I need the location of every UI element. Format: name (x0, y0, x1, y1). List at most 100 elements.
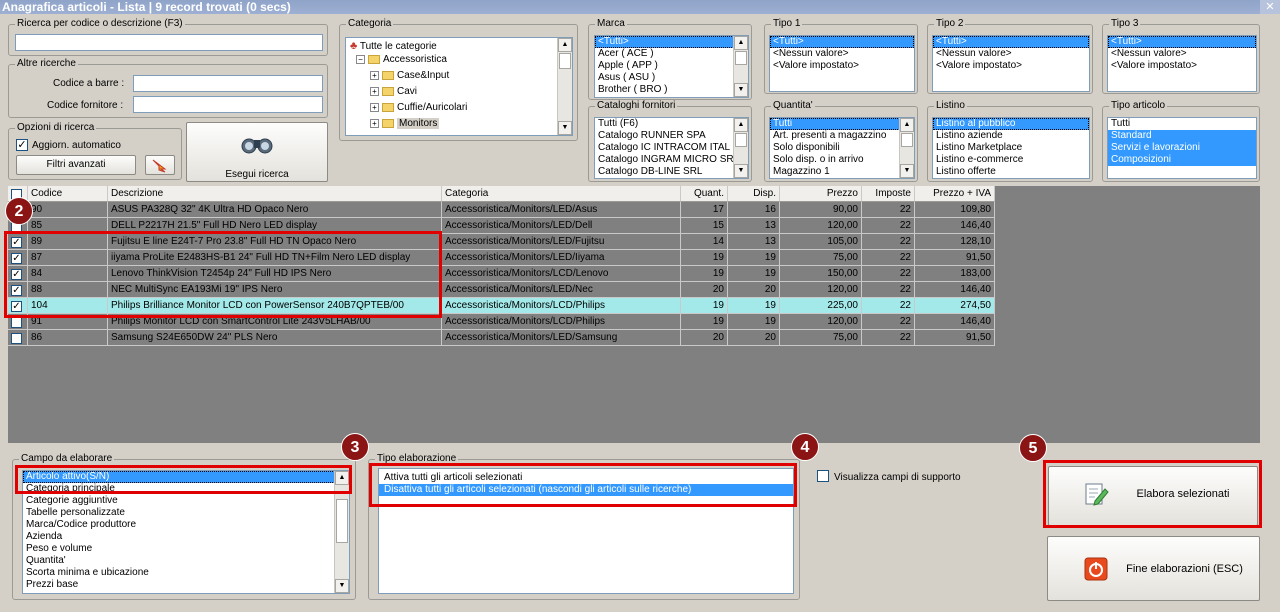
catalog-item[interactable]: Catalogo DB-LINE SRL (595, 166, 748, 178)
tree-item-cuffie[interactable]: + Cuffie/Auricolari (346, 102, 572, 114)
type2-item[interactable]: <Valore impostato> (933, 60, 1089, 72)
barcode-input[interactable] (133, 75, 323, 92)
price-list-item[interactable]: Listino e-commerce (933, 154, 1089, 166)
article-type-item[interactable]: Composizioni (1108, 154, 1256, 166)
scroll-down-icon[interactable]: ▼ (558, 121, 572, 135)
quantity-list[interactable]: Tutti Art. presenti a magazzino Solo dis… (769, 117, 915, 179)
brand-item[interactable]: Brother ( BRO ) (595, 84, 748, 96)
type1-item[interactable]: <Tutti> (770, 36, 914, 48)
catalog-item[interactable]: Tutti (F6) (595, 118, 748, 130)
scroll-down-icon[interactable]: ▼ (734, 83, 748, 97)
brand-item[interactable]: <Tutti> (595, 36, 748, 48)
expand-icon[interactable]: + (370, 118, 379, 128)
type2-list[interactable]: <Tutti> <Nessun valore> <Valore impostat… (932, 35, 1090, 92)
advanced-filters-button[interactable]: Filtri avanzati (16, 155, 136, 175)
col-categoria[interactable]: Categoria (442, 186, 681, 202)
price-list-item[interactable]: Listino offerte (933, 166, 1089, 178)
catalog-item[interactable]: Catalogo RUNNER SPA (595, 130, 748, 142)
row-checkbox[interactable] (11, 317, 22, 328)
article-type-item[interactable]: Standard (1108, 130, 1256, 142)
scroll-thumb[interactable] (901, 133, 913, 147)
article-type-item[interactable]: Servizi e lavorazioni (1108, 142, 1256, 154)
end-processing-button[interactable]: Fine elaborazioni (ESC) (1047, 536, 1260, 601)
scroll-thumb[interactable] (735, 133, 747, 147)
close-window-button[interactable]: ✕ (1260, 0, 1280, 14)
col-prezzo-iva[interactable]: Prezzo + IVA (915, 186, 995, 202)
category-scrollbar[interactable]: ▲ ▼ (557, 38, 572, 135)
tree-item-all[interactable]: ♣ Tutte le categorie (346, 40, 572, 52)
col-codice[interactable]: Codice (28, 186, 108, 202)
run-search-button[interactable]: Esegui ricerca (186, 122, 328, 182)
type3-item[interactable]: <Valore impostato> (1108, 60, 1256, 72)
quantity-item[interactable]: Tutti (770, 118, 914, 130)
col-descrizione[interactable]: Descrizione (108, 186, 442, 202)
brand-item[interactable]: Apple ( APP ) (595, 60, 748, 72)
tree-item-root[interactable]: − Accessoristica (346, 54, 572, 66)
type1-item[interactable]: <Nessun valore> (770, 48, 914, 60)
row-checkbox[interactable] (11, 333, 22, 344)
type3-item[interactable]: <Nessun valore> (1108, 48, 1256, 60)
col-prezzo[interactable]: Prezzo (780, 186, 862, 202)
field-item[interactable]: Quantita' (23, 555, 349, 567)
price-list-item[interactable]: Listino al pubblico (933, 118, 1089, 130)
tree-item-case[interactable]: + Case&Input (346, 70, 572, 82)
tree-item-cavi[interactable]: + Cavi (346, 86, 572, 98)
col-imposte[interactable]: Imposte (862, 186, 915, 202)
scroll-down-icon[interactable]: ▼ (900, 164, 914, 178)
type1-list[interactable]: <Tutti> <Nessun valore> <Valore impostat… (769, 35, 915, 92)
brand-scrollbar[interactable]: ▲ ▼ (733, 36, 748, 97)
catalogs-scrollbar[interactable]: ▲ ▼ (733, 118, 748, 178)
type1-item[interactable]: <Valore impostato> (770, 60, 914, 72)
expand-icon[interactable]: + (370, 70, 379, 80)
field-item[interactable]: Azienda (23, 531, 349, 543)
field-item[interactable]: Scorta minima e ubicazione (23, 567, 349, 579)
filter-arrow-button[interactable] (145, 155, 175, 175)
table-row[interactable]: 86 Samsung S24E650DW 24" PLS Nero Accessor… (8, 330, 995, 346)
expand-icon[interactable]: + (370, 102, 379, 112)
expand-icon[interactable]: + (370, 86, 379, 96)
scroll-up-icon[interactable]: ▲ (734, 36, 748, 50)
brand-item[interactable]: Acer ( ACE ) (595, 48, 748, 60)
code-search-input[interactable] (15, 34, 323, 51)
scroll-down-icon[interactable]: ▼ (734, 164, 748, 178)
scroll-down-icon[interactable]: ▼ (335, 579, 349, 593)
scroll-thumb[interactable] (735, 51, 747, 65)
type2-item[interactable]: <Nessun valore> (933, 48, 1089, 60)
field-item[interactable]: Peso e volume (23, 543, 349, 555)
quantity-item[interactable]: Solo disponibili (770, 142, 914, 154)
catalog-item[interactable]: Catalogo IC INTRACOM ITAL (595, 142, 748, 154)
type2-item[interactable]: <Tutti> (933, 36, 1089, 48)
field-item[interactable]: Prezzi base (23, 579, 349, 591)
field-item[interactable]: Tabelle personalizzate (23, 507, 349, 519)
type3-list[interactable]: <Tutti> <Nessun valore> <Valore impostat… (1107, 35, 1257, 92)
row-select-cell[interactable] (8, 330, 28, 346)
catalog-item[interactable]: Catalogo INGRAM MICRO SRL (595, 154, 748, 166)
article-type-item[interactable]: Tutti (1108, 118, 1256, 130)
category-tree[interactable]: ♣ Tutte le categorie − Accessoristica + Ca… (345, 37, 573, 136)
supplier-code-input[interactable] (133, 96, 323, 113)
table-row[interactable]: 90 ASUS PA328Q 32" 4K Ultra HD Opaco Nero… (8, 202, 995, 218)
quantity-item[interactable]: Magazzino 1 (770, 166, 914, 178)
quantity-item[interactable]: Solo disp. o in arrivo (770, 154, 914, 166)
scroll-thumb[interactable] (559, 53, 571, 69)
scroll-up-icon[interactable]: ▲ (558, 38, 572, 52)
brand-list[interactable]: <Tutti> Acer ( ACE ) Apple ( APP ) Asus … (594, 35, 749, 98)
quantity-scrollbar[interactable]: ▲ ▼ (899, 118, 914, 178)
support-fields-checkbox[interactable] (817, 470, 829, 482)
catalogs-list[interactable]: Tutti (F6) Catalogo RUNNER SPA Catalogo … (594, 117, 749, 179)
auto-update-checkbox[interactable]: ✓ (16, 139, 28, 151)
quantity-item[interactable]: Art. presenti a magazzino (770, 130, 914, 142)
article-type-list[interactable]: Tutti Standard Servizi e lavorazioni Com… (1107, 117, 1257, 179)
price-list-item[interactable]: Listino aziende (933, 130, 1089, 142)
field-item[interactable]: Categorie aggiuntive (23, 495, 349, 507)
type3-item[interactable]: <Tutti> (1108, 36, 1256, 48)
tree-item-monitors[interactable]: + Monitors (346, 118, 572, 130)
scroll-up-icon[interactable]: ▲ (734, 118, 748, 132)
col-quant[interactable]: Quant. (681, 186, 728, 202)
brand-item[interactable]: Asus ( ASU ) (595, 72, 748, 84)
collapse-icon[interactable]: − (356, 54, 365, 64)
scroll-up-icon[interactable]: ▲ (900, 118, 914, 132)
scroll-thumb[interactable] (336, 499, 348, 543)
field-item[interactable]: Marca/Codice produttore (23, 519, 349, 531)
price-list-list[interactable]: Listino al pubblico Listino aziende List… (932, 117, 1090, 179)
